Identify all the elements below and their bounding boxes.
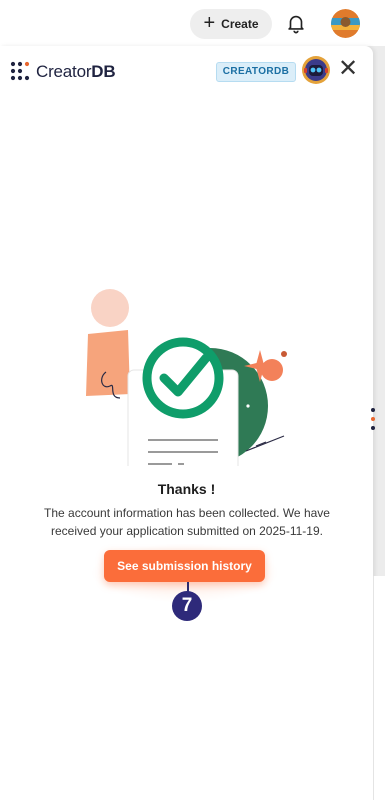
logo-dots-icon bbox=[10, 61, 30, 81]
logo-word-db: DB bbox=[91, 62, 116, 81]
user-avatar[interactable] bbox=[331, 9, 360, 38]
top-bar: + Create bbox=[0, 0, 385, 46]
close-icon: ✕ bbox=[337, 55, 359, 82]
thanks-heading: Thanks ! bbox=[157, 481, 216, 497]
close-button[interactable]: ✕ bbox=[337, 55, 359, 82]
workspace-badge: CREATORDB bbox=[216, 62, 296, 82]
create-label: Create bbox=[221, 17, 259, 31]
bell-icon[interactable] bbox=[285, 12, 307, 34]
logo-text: CreatorDB bbox=[36, 62, 116, 82]
edge-dots-icon bbox=[371, 408, 377, 438]
logo-word-creator: Creator bbox=[36, 62, 92, 81]
application-panel: CreatorDB CREATORDB ✕ Thanks ! The accou… bbox=[0, 46, 373, 800]
plus-icon: + bbox=[203, 12, 216, 34]
creatordb-logo: CreatorDB bbox=[10, 61, 116, 83]
create-button[interactable]: + Create bbox=[190, 9, 272, 39]
submission-message: The account information has been collect… bbox=[44, 506, 330, 538]
see-submission-history-button[interactable]: See submission history bbox=[104, 550, 265, 582]
step-marker: 7 bbox=[172, 591, 202, 621]
success-illustration bbox=[86, 289, 287, 466]
background-panel-edge bbox=[373, 576, 385, 800]
robot-avatar[interactable] bbox=[302, 56, 330, 84]
